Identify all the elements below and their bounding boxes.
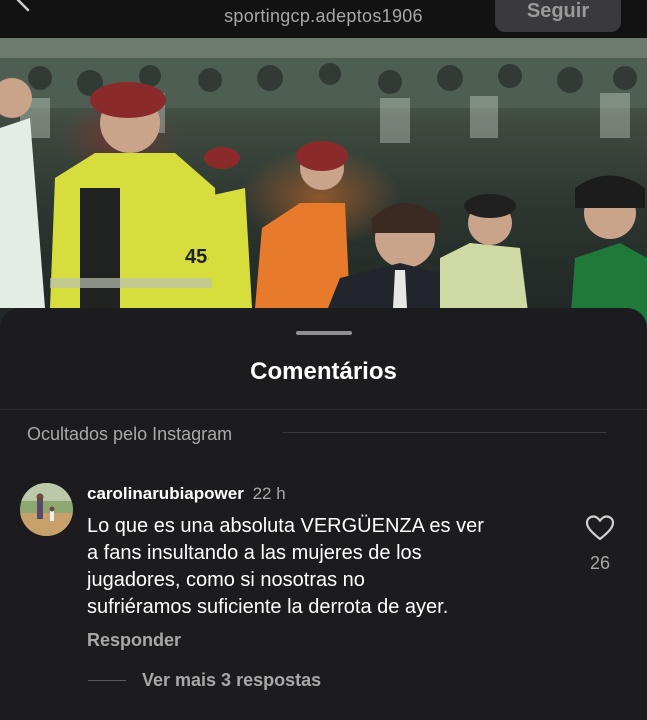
avatar[interactable]: [20, 483, 73, 536]
comment-header: carolinarubiapower 22 h: [87, 484, 286, 504]
heart-icon[interactable]: [585, 514, 615, 542]
top-bar: sportingcp.adeptos1906 Seguir: [0, 0, 647, 38]
view-more-replies-button[interactable]: Ver mais 3 respostas: [142, 670, 321, 691]
hidden-comments-label[interactable]: Ocultados pelo Instagram: [27, 424, 232, 445]
replies-line: [88, 680, 126, 681]
crowd-image: 456: [0, 38, 647, 328]
post-photo: 456: [0, 38, 647, 328]
like-count: 26: [589, 553, 611, 573]
sheet-title: Comentários: [250, 358, 397, 385]
title-divider: [0, 409, 647, 410]
hidden-comments-divider: [283, 432, 607, 433]
comment-username[interactable]: carolinarubiapower: [87, 484, 244, 503]
follow-button[interactable]: Seguir: [495, 0, 621, 32]
reply-button[interactable]: Responder: [87, 630, 181, 651]
sheet-grabber[interactable]: [296, 331, 352, 335]
comment-time: 22 h: [252, 484, 286, 503]
comment-text: Lo que es una absoluta VERGÜENZA es ver …: [87, 515, 484, 618]
